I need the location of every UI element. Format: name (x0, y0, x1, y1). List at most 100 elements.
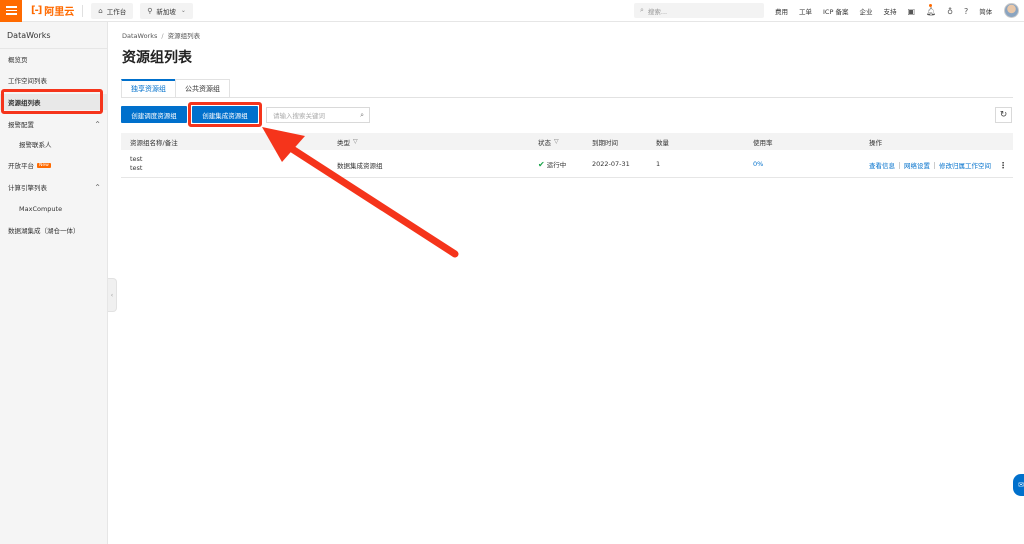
filter-icon[interactable]: ▽ (554, 138, 559, 145)
column-label: 资源组名称/备注 (130, 138, 178, 147)
aliyun-logo[interactable]: [-] 阿里云 (31, 3, 74, 18)
row-actions: 查看信息 网络设置 修改归属工作空间 ⋮ (869, 160, 1007, 171)
row-count: 1 (656, 160, 661, 168)
top-links: 费用 工单 ICP 备案 企业 支持 ▣ 🔔︎ ♁ ? 简体 (775, 0, 1003, 22)
sidebar-item-label: 工作空间列表 (8, 77, 47, 85)
breadcrumb-root[interactable]: DataWorks (122, 32, 157, 40)
table-row: test test 数据集成资源组 ✔ 运行中 2022-07-31 1 0% … (121, 150, 1013, 178)
divider (899, 161, 900, 169)
sidebar-item-label: 报警联系人 (19, 141, 52, 149)
column-actions: 操作 (869, 133, 882, 150)
row-status: ✔ 运行中 (538, 159, 567, 170)
chat-icon: ✉ (1018, 481, 1024, 489)
home-icon: ⌂ (98, 6, 103, 15)
sidebar-collapse-handle[interactable]: ‹ (108, 278, 117, 312)
page-title: 资源组列表 (122, 50, 192, 66)
breadcrumb-separator: / (161, 32, 164, 40)
global-search-input[interactable]: ⌕ 搜索... (634, 3, 764, 18)
column-usage: 使用率 (753, 133, 773, 150)
row-status-text: 运行中 (546, 161, 567, 169)
link-support[interactable]: 支持 (883, 6, 896, 16)
view-info-link[interactable]: 查看信息 (869, 160, 895, 170)
sidebar-item-label: 概览页 (8, 56, 28, 64)
sidebar-item-label: 数据湖集成（湖仓一体） (8, 227, 80, 235)
avatar[interactable] (1004, 3, 1019, 18)
workbench-label: 工作台 (106, 7, 127, 16)
link-tickets[interactable]: 工单 (799, 6, 812, 16)
global-search-placeholder: 搜索... (647, 7, 668, 16)
tab-public[interactable]: 公共资源组 (175, 79, 230, 98)
link-enterprise[interactable]: 企业 (859, 6, 872, 16)
chevron-down-icon: ⌄ (180, 7, 186, 14)
sidebar-item-workspaces[interactable]: 工作空间列表 (0, 72, 108, 88)
check-icon: ✔ (538, 159, 545, 169)
sidebar-item-open-platform[interactable]: 开放平台 New (0, 157, 108, 173)
logo-text: 阿里云 (44, 7, 75, 18)
column-label: 使用率 (753, 138, 773, 147)
workbench-button[interactable]: ⌂ 工作台 (91, 2, 134, 19)
divider (82, 4, 84, 17)
column-label: 到期时间 (592, 138, 618, 147)
column-label: 数量 (656, 138, 669, 147)
terminal-icon[interactable]: ▣ (907, 7, 915, 16)
column-count: 数量 (656, 133, 669, 150)
column-name: 资源组名称/备注 (130, 133, 178, 150)
button-highlight-box (188, 102, 262, 127)
network-settings-link[interactable]: 网络设置 (904, 160, 930, 170)
sidebar-item-data-lake[interactable]: 数据湖集成（湖仓一体） (0, 222, 108, 238)
row-type: 数据集成资源组 (337, 162, 383, 170)
bell-icon[interactable]: 🔔︎ (926, 7, 936, 16)
region-selector[interactable]: ⚲ 新加坡 ⌄ (140, 2, 193, 19)
search-icon: ⌕ (360, 110, 364, 119)
aliyun-logo-icon: [-] (31, 5, 42, 16)
sidebar-item-label: MaxCompute (19, 205, 63, 213)
sidebar-highlight-box (1, 89, 103, 114)
chevron-up-icon: ⌃ (94, 182, 101, 192)
tab-exclusive[interactable]: 独享资源组 (121, 79, 176, 98)
create-schedule-group-button[interactable]: 创建调度资源组 (121, 106, 187, 123)
resource-group-tabs: 独享资源组 公共资源组 (121, 79, 230, 98)
menu-icon[interactable] (0, 0, 22, 22)
lightbulb-icon[interactable]: ♁ (947, 7, 953, 16)
sidebar-item-maxcompute[interactable]: MaxCompute (0, 201, 108, 217)
sidebar-item-label: 开放平台 (8, 162, 34, 170)
location-icon: ⚲ (147, 6, 153, 15)
filter-icon[interactable]: ▽ (353, 138, 358, 145)
help-icon[interactable]: ? (964, 7, 968, 16)
column-expire: 到期时间 (592, 133, 618, 150)
sidebar-item-label: 计算引擎列表 (8, 184, 47, 192)
sidebar-item-compute-engines[interactable]: 计算引擎列表 ⌃ (0, 179, 108, 195)
link-icp[interactable]: ICP 备案 (823, 6, 848, 16)
column-label: 类型 (337, 138, 350, 147)
row-usage[interactable]: 0% (753, 160, 763, 168)
search-placeholder: 请输入搜索关键词 (273, 112, 325, 120)
region-label: 新加坡 (156, 7, 176, 16)
more-vertical-icon[interactable]: ⋮ (999, 161, 1007, 170)
change-workspace-link[interactable]: 修改归属工作空间 (939, 160, 991, 170)
table-header: 资源组名称/备注 类型 ▽ 状态 ▽ 到期时间 数量 使用率 操作 (121, 133, 1013, 150)
refresh-icon: ↻ (999, 110, 1008, 120)
notification-dot (929, 4, 932, 7)
search-icon: ⌕ (640, 6, 644, 14)
column-label: 状态 (538, 138, 551, 147)
breadcrumb: DataWorks / 资源组列表 (122, 30, 200, 40)
sidebar-item-label: 报警配置 (8, 121, 34, 129)
row-note: test (130, 164, 143, 172)
new-badge: New (37, 162, 51, 168)
breadcrumb-current: 资源组列表 (167, 32, 201, 40)
search-input[interactable]: 请输入搜索关键词 ⌕ (266, 107, 370, 123)
chevron-up-icon: ⌃ (94, 119, 101, 129)
link-billing[interactable]: 费用 (775, 6, 788, 16)
sidebar-item-alert-config[interactable]: 报警配置 ⌃ (0, 116, 108, 132)
language-selector[interactable]: 简体 (979, 6, 992, 16)
sidebar-item-overview[interactable]: 概览页 (0, 51, 108, 67)
chevron-left-icon: ‹ (110, 291, 114, 299)
sidebar-title: DataWorks (0, 22, 107, 49)
floating-help-button[interactable]: ✉ (1013, 474, 1024, 496)
column-type: 类型 ▽ (337, 133, 358, 150)
sidebar-item-alert-contacts[interactable]: 报警联系人 (0, 136, 108, 152)
refresh-button[interactable]: ↻ (995, 107, 1012, 123)
column-label: 操作 (869, 138, 882, 147)
row-name: test (130, 155, 143, 163)
column-status: 状态 ▽ (538, 133, 559, 150)
